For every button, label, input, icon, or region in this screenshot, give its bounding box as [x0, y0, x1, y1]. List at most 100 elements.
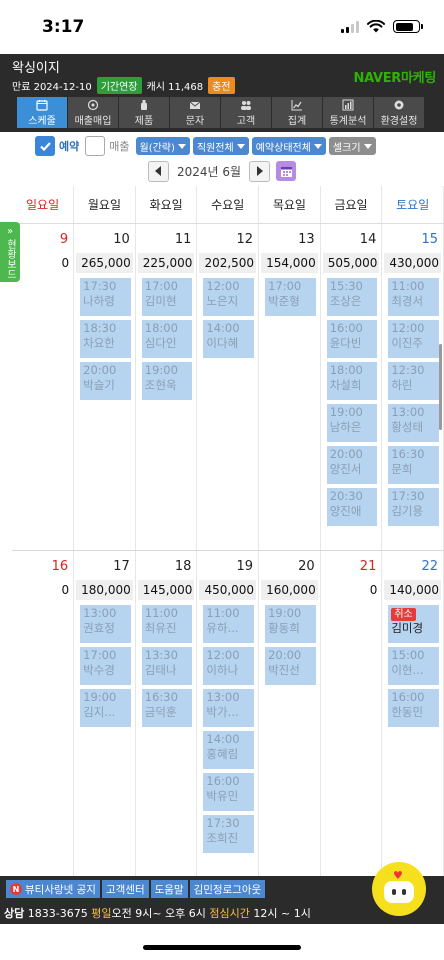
- chatbot-robot-icon[interactable]: ♥: [372, 862, 426, 916]
- appointment-item[interactable]: 17:00 박준형: [265, 277, 316, 316]
- appointment-item[interactable]: 18:00 차설희: [326, 361, 378, 400]
- calendar-day-cell[interactable]: 90: [12, 223, 75, 551]
- help-button[interactable]: 도움말: [150, 880, 188, 898]
- calendar-day-cell[interactable]: 22 140,000 취소 김미경 15:00 이현... 16:00 한동민: [381, 550, 444, 876]
- appointment-item[interactable]: 18:00 심다인: [141, 319, 193, 358]
- month-view-select[interactable]: 월(간략): [135, 137, 190, 155]
- account-meta: 만료 2024-12-10 기간연장 캐시 11,468 충전: [12, 77, 235, 94]
- calendar-picker-button[interactable]: [276, 161, 297, 181]
- charge-button[interactable]: 충전: [208, 77, 235, 94]
- appointment-item[interactable]: 19:00 남하은: [326, 403, 378, 442]
- appointment-item[interactable]: 11:00 유하...: [203, 604, 255, 643]
- appointment-item[interactable]: 17:30 조희진: [203, 814, 255, 853]
- robot-face: [384, 881, 414, 903]
- calendar-day-cell[interactable]: 18 145,000 11:00 최유진 13:30 김태나 16:30 금덕훈: [135, 550, 198, 876]
- staff-select[interactable]: 직원전체: [192, 137, 249, 155]
- appointment-item[interactable]: 14:00 홍혜림: [203, 730, 255, 769]
- appointment-item[interactable]: 20:00 박진선: [265, 646, 316, 685]
- cash-balance: 캐시 11,468: [146, 82, 204, 93]
- appointment-item[interactable]: 16:00 윤다빈: [326, 319, 378, 358]
- appointment-customer-name: 한동민: [391, 704, 424, 719]
- calendar-day-cell[interactable]: 10 265,000 17:30 나하령 18:30 차요한 20:00 박슬기: [73, 223, 136, 551]
- appointment-item[interactable]: 13:00 박가...: [203, 688, 255, 727]
- appointment-item[interactable]: 16:00 한동민: [388, 688, 439, 727]
- appointment-item[interactable]: 19:00 김지...: [80, 688, 131, 727]
- logout-button[interactable]: 김민정로그아웃: [189, 880, 266, 898]
- appointment-item[interactable]: 17:30 나하령: [80, 277, 131, 316]
- appointment-customer-name: 양진서: [329, 461, 362, 476]
- appointment-item[interactable]: 11:00 최유진: [141, 604, 193, 643]
- reservation-checkbox[interactable]: [35, 136, 55, 156]
- calendar-day-cell[interactable]: 20 160,000 19:00 황동희 20:00 박진선: [258, 550, 321, 876]
- appointment-item[interactable]: 13:30 김태나: [141, 646, 193, 685]
- toolbar-customer-button[interactable]: 고객: [221, 97, 271, 128]
- appointment-customer-name: 김미경: [391, 620, 424, 635]
- extend-button[interactable]: 기간연장: [96, 77, 142, 94]
- appointment-item[interactable]: 16:30 문희: [388, 445, 439, 484]
- next-month-button[interactable]: [249, 160, 271, 182]
- sales-checkbox[interactable]: [85, 136, 106, 156]
- prev-month-button[interactable]: [147, 160, 169, 182]
- day-sales-amount: 154,000: [261, 252, 318, 273]
- status-board-tab[interactable]: » 현황보드: [0, 222, 20, 282]
- appointment-item[interactable]: 15:30 조상은: [326, 277, 378, 316]
- calendar-day-cell[interactable]: 16 0: [12, 550, 75, 876]
- appointment-customer-name: 홍혜림: [206, 746, 239, 761]
- calendar-day-cell[interactable]: 15 430,000 11:00 최경서 12:00 이진주 12:30 하린 13:00 황성태…: [381, 223, 444, 551]
- appointment-item[interactable]: 17:30 김기용: [388, 487, 439, 526]
- line-chart-icon: [291, 99, 302, 110]
- toolbar-message-button[interactable]: 문자: [170, 97, 220, 128]
- check-icon: [39, 141, 51, 151]
- calendar-day-cell[interactable]: 21 0: [320, 550, 383, 876]
- appointment-item[interactable]: 17:00 김미현: [141, 277, 193, 316]
- appointment-item[interactable]: 16:30 금덕훈: [141, 688, 193, 727]
- appointment-item[interactable]: 11:00 최경서: [388, 277, 439, 316]
- signal-icon: [341, 20, 359, 33]
- appointment-customer-name: 금덕훈: [144, 704, 177, 719]
- toolbar-product-button[interactable]: 제품: [119, 97, 169, 128]
- toolbar-settings-button[interactable]: 환경설정: [374, 97, 424, 128]
- toolbar-sales-button[interactable]: 매출매입: [68, 97, 118, 128]
- appointment-item[interactable]: 19:00 황동희: [265, 604, 316, 643]
- calendar-day-cell[interactable]: 14 505,000 15:30 조상은 16:00 윤다빈 18:00 차설희 19:00 남하…: [320, 223, 383, 551]
- scrollbar-thumb[interactable]: [439, 344, 442, 430]
- cell-size-select[interactable]: 셀크기: [328, 137, 376, 155]
- toolbar-stats-button[interactable]: 통계분석: [323, 97, 373, 128]
- support-center-button[interactable]: 고객센터: [101, 880, 149, 898]
- appointment-item[interactable]: 17:00 박수경: [80, 646, 131, 685]
- toolbar-schedule-button[interactable]: 스케줄: [17, 97, 67, 128]
- naver-marketing-link[interactable]: NAVER마케팅: [354, 67, 437, 86]
- toolbar-summary-button[interactable]: 집계: [272, 97, 322, 128]
- coin-icon: [87, 99, 99, 110]
- calendar-day-cell[interactable]: 13 154,000 17:00 박준형: [258, 223, 321, 551]
- appointment-item[interactable]: 13:00 황성태: [388, 403, 439, 442]
- appointment-item[interactable]: 14:00 이다혜: [203, 319, 255, 358]
- status-bar: 3:17: [0, 0, 444, 54]
- appointment-item[interactable]: 12:00 이진주: [388, 319, 439, 358]
- appointment-item[interactable]: 12:30 하린: [388, 361, 439, 400]
- robot-eye: [402, 889, 406, 895]
- appointment-item[interactable]: 12:00 이하나: [203, 646, 255, 685]
- calendar-day-cell[interactable]: 12 202,500 12:00 노은지 14:00 이다혜: [196, 223, 260, 551]
- notice-button[interactable]: N 뷰티사랑넷 공지: [6, 880, 100, 898]
- calendar-day-cell[interactable]: 19 450,000 11:00 유하... 12:00 이하나 13:00 박가... 14:…: [196, 550, 260, 876]
- month-view-value: 월(간략): [139, 142, 175, 154]
- appointment-item[interactable]: 12:00 노은지: [203, 277, 255, 316]
- appointment-item[interactable]: 20:00 양진서: [326, 445, 378, 484]
- status-value: 예약상태전체: [255, 142, 311, 154]
- appointment-item[interactable]: 취소 김미경: [388, 604, 439, 643]
- calendar-day-cell[interactable]: 11 225,000 17:00 김미현 18:00 심다인 19:00 조현욱: [135, 223, 198, 551]
- appointment-time: 19:00: [268, 605, 302, 620]
- gear-icon: [394, 100, 404, 109]
- appointment-item[interactable]: 18:30 차요한: [80, 319, 131, 358]
- weekday-fri: 금요일: [320, 186, 383, 224]
- appointment-item[interactable]: 15:00 이현...: [388, 646, 439, 685]
- appointment-item[interactable]: 20:00 박슬기: [80, 361, 131, 400]
- status-select[interactable]: 예약상태전체: [251, 137, 326, 155]
- appointment-item[interactable]: 20:30 양진애: [326, 487, 378, 526]
- appointment-item[interactable]: 13:00 권효정: [80, 604, 131, 643]
- appointment-item[interactable]: 16:00 박유민: [203, 772, 255, 811]
- appointment-item[interactable]: 19:00 조현욱: [141, 361, 193, 400]
- appointment-time: 11:00: [206, 605, 240, 620]
- calendar-day-cell[interactable]: 17 180,000 13:00 권효정 17:00 박수경 19:00 김지...: [73, 550, 136, 876]
